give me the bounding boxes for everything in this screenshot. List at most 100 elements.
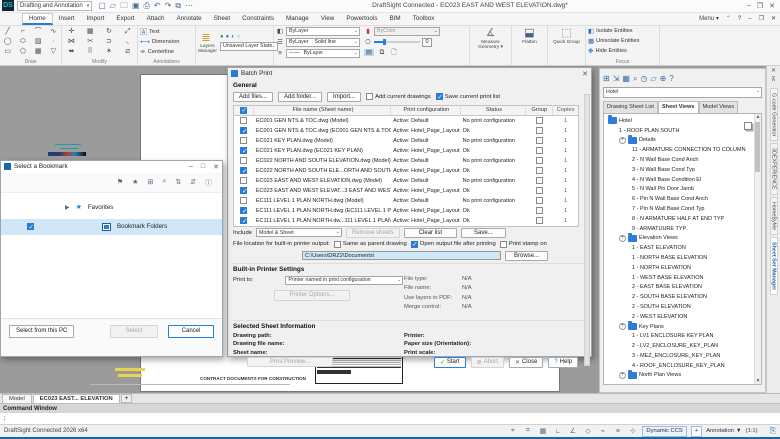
table-row[interactable]: EC111 LEVEL 1 PLAN NORTH.dwg (Model) Act… xyxy=(234,196,578,206)
group-checkbox[interactable] xyxy=(536,127,543,134)
tree-item[interactable]: + 1 - ROOF PLAN SOUTH xyxy=(604,126,761,136)
ribbon-tab[interactable]: Insert xyxy=(53,13,81,25)
workspace-selector[interactable]: Drafting and Annotation ▾ xyxy=(17,1,92,11)
mirror-icon[interactable]: ⋈ xyxy=(64,37,79,47)
tree-item[interactable]: + 2 - SOUTH BASE ELEVATION xyxy=(604,292,761,302)
expander-icon[interactable]: + xyxy=(619,137,626,144)
layer-state-dropdown[interactable]: Unsaved Layer State xyxy=(220,42,278,51)
favorites-icon[interactable]: ★ xyxy=(132,178,138,188)
add-current-drawings-checkbox[interactable]: Add current drawings xyxy=(366,93,431,100)
tree-item[interactable]: + Key Plans xyxy=(604,322,761,332)
print-checkbox[interactable] xyxy=(240,207,247,214)
open-output-checkbox[interactable]: Open output file after printing xyxy=(411,241,496,248)
table-row[interactable]: EC023 EAST AND WEST ELEVATION.dwg (Model… xyxy=(234,176,578,186)
cancel-button[interactable]: Cancel xyxy=(168,325,214,338)
print-checkbox[interactable] xyxy=(240,167,247,174)
layer-color-icon[interactable]: ○ xyxy=(237,34,241,40)
save-icon[interactable]: ▣ xyxy=(132,1,140,10)
sort-asc-icon[interactable]: ⇅ xyxy=(175,178,181,188)
tree-item[interactable]: + 1 - NORTH ELEVATION xyxy=(604,263,761,273)
collapse-ribbon-icon[interactable]: ⌃ xyxy=(726,15,731,22)
tree-item[interactable]: + North Plan Views xyxy=(604,371,761,381)
ribbon-tab[interactable]: Export xyxy=(110,13,140,25)
ellipse-icon[interactable]: ⬭ xyxy=(17,37,28,47)
fillet-icon[interactable]: ◟ xyxy=(120,37,135,47)
copies-cell[interactable]: 1 xyxy=(553,168,578,174)
print-checkbox[interactable] xyxy=(240,217,247,224)
table-row[interactable]: EC111 LEVEL 1 PLAN NORTH.dwg (EC111 LEVE… xyxy=(234,206,578,216)
polygon-icon[interactable]: ⬠ xyxy=(17,47,28,57)
clear-list-button[interactable]: Clear list xyxy=(404,228,457,238)
favorites-item[interactable]: ▶ ★ Favorites xyxy=(1,201,222,214)
bookmark-icon[interactable]: ⚑ xyxy=(117,178,123,188)
region-icon[interactable]: ▦ xyxy=(33,47,44,57)
centerline-tool[interactable]: ⌯ Centerline xyxy=(140,47,193,57)
tree-item[interactable]: + 11 - ARMATURE CONNECTION TO COLUMN xyxy=(604,145,761,155)
tree-item[interactable]: + 2 - SOUTH ELEVATION xyxy=(604,302,761,312)
maximize-icon[interactable]: □ xyxy=(201,163,205,171)
select-button[interactable]: Select xyxy=(110,325,158,338)
batch-print-titlebar[interactable]: Batch Print ✕ xyxy=(228,68,591,80)
ribbon-tab[interactable]: Powertools xyxy=(340,13,383,25)
esnap-icon[interactable]: ◇ xyxy=(582,426,593,437)
hatch-icon[interactable]: ▨ xyxy=(33,37,44,47)
layers-manager-button[interactable]: ≣ Layers Manager xyxy=(198,30,217,54)
layer-on-icon[interactable]: ● xyxy=(220,34,224,40)
copies-cell[interactable]: 1 xyxy=(553,118,578,124)
ribbon-tab[interactable]: Sheet xyxy=(208,13,236,25)
text-tool[interactable]: 🄰 Text xyxy=(140,27,193,37)
new-sheet-icon[interactable]: ⊞ xyxy=(603,73,610,84)
unisolate-entities-button[interactable]: ▦ Unisolate Entities xyxy=(588,37,657,46)
ribbon-tab[interactable]: BIM xyxy=(383,13,406,25)
help-icon[interactable]: ? xyxy=(669,73,673,84)
options-icon[interactable]: ⋯ xyxy=(185,1,193,10)
ribbon-tab[interactable]: Import xyxy=(81,13,111,25)
ribbon-tab[interactable]: Attach xyxy=(141,13,171,25)
undo-icon[interactable]: ↶ xyxy=(154,1,161,10)
hide-entities-button[interactable]: ✥ Hide Entities xyxy=(588,47,657,56)
group-checkbox[interactable] xyxy=(536,207,543,214)
tree-item[interactable]: + Elevation Views xyxy=(604,233,761,243)
tree-item[interactable]: + 7 - Pin N Wall Base Cond Typ xyxy=(604,204,761,214)
scroll-up-icon[interactable]: ▲ xyxy=(756,114,761,120)
copies-cell[interactable]: 1 xyxy=(553,188,578,194)
trim-icon[interactable]: ✂ xyxy=(83,37,98,47)
offset-icon[interactable]: ⊃ xyxy=(102,37,117,47)
tree-item[interactable]: + 8 - N ARMATURE HALF AT END TYP xyxy=(604,214,761,224)
match-properties-icon[interactable]: ▤ xyxy=(364,49,374,56)
help-button[interactable]: ?Help xyxy=(548,357,578,368)
tree-item[interactable]: + 1 - WEST BASE ELEVATION xyxy=(604,273,761,283)
group-checkbox[interactable] xyxy=(536,217,543,224)
print-all-checkbox[interactable] xyxy=(240,107,247,114)
command-input[interactable]: : xyxy=(0,413,780,424)
tree-item[interactable]: + 2 - LV2_ENCLOSURE_KEY_PLAN xyxy=(604,341,761,351)
doc-minimize-button[interactable]: – xyxy=(748,16,751,22)
polyline-icon[interactable]: ⌐ xyxy=(17,27,28,37)
new-folder-icon[interactable]: ⊕ xyxy=(660,73,667,84)
save-list-button[interactable]: Save... xyxy=(461,228,506,238)
tree-item[interactable]: + Details xyxy=(604,135,761,145)
ribbon-tab[interactable]: Manage xyxy=(280,13,315,25)
line-style-dropdown[interactable]: ByLayerSolid line xyxy=(286,38,360,47)
by-color-dropdown[interactable]: ByColor xyxy=(374,27,440,36)
dialog-scrollbar[interactable] xyxy=(584,94,590,366)
tree-item[interactable]: + 2 - N Wall Base Cond Anch xyxy=(604,155,761,165)
expander-icon[interactable]: ▶ xyxy=(65,204,70,211)
print-icon[interactable]: ⎙ xyxy=(144,1,150,10)
print-checkbox[interactable] xyxy=(240,177,247,184)
tree-item[interactable]: + 3 - N Wall Base Cond Typ xyxy=(604,165,761,175)
table-row[interactable]: EC111 LEVEL 1 PLAN NORTH.dw...111 LEVEL … xyxy=(234,216,578,226)
group-checkbox[interactable] xyxy=(536,117,543,124)
side-panel-tab[interactable]: HomeByMe xyxy=(770,197,778,235)
isolate-entities-button[interactable]: ◧ Isolate Entities xyxy=(588,27,657,36)
add-folder-button[interactable]: Add folder... xyxy=(278,92,322,102)
bookmark-folders-checkbox[interactable] xyxy=(27,223,34,230)
import-sheet-icon[interactable]: ⇲ xyxy=(613,73,620,84)
restore-button[interactable]: ❐ xyxy=(757,2,763,10)
import-button[interactable]: Import... xyxy=(327,92,361,102)
print-preview-button[interactable]: Print Preview... xyxy=(247,357,333,367)
print-checkbox[interactable] xyxy=(240,187,247,194)
layer-freeze-icon[interactable]: ● xyxy=(226,34,230,40)
point-icon[interactable]: · xyxy=(48,37,59,47)
print-checkbox[interactable] xyxy=(240,197,247,204)
